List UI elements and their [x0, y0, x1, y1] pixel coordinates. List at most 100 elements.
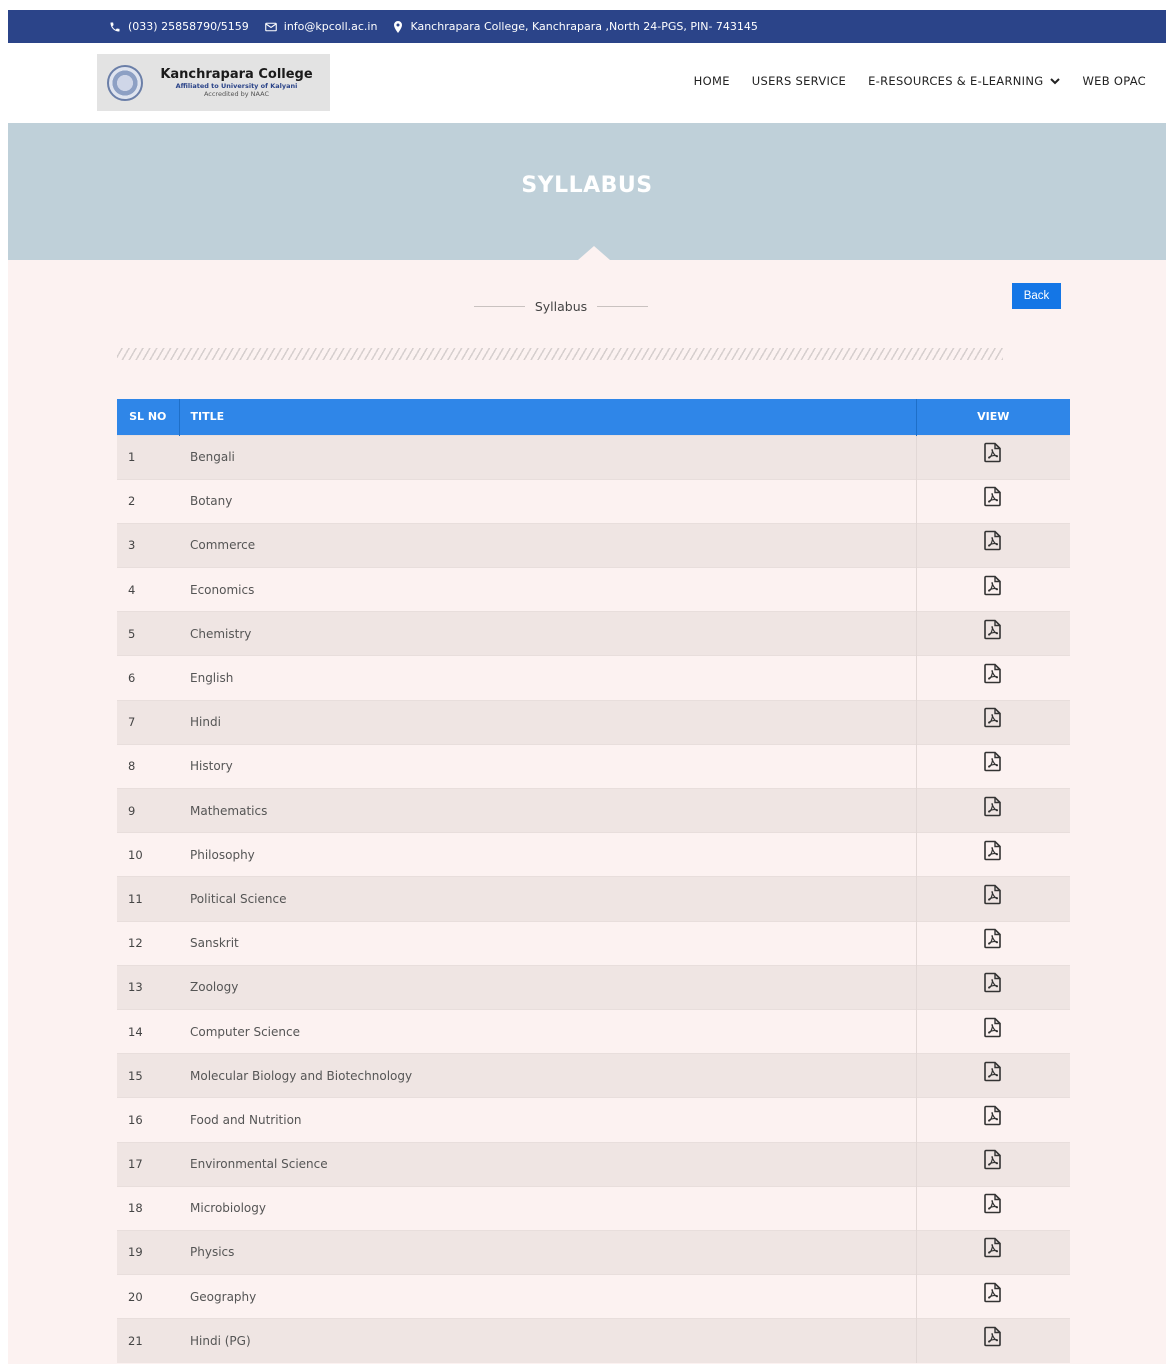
- row-title: Economics: [179, 567, 917, 612]
- row-view-cell: [916, 699, 1070, 745]
- row-sl-no: 7: [117, 699, 179, 745]
- row-sl-no: 10: [117, 832, 179, 877]
- pdf-file-icon[interactable]: [984, 1061, 1002, 1085]
- section-heading-text: Syllabus: [534, 299, 588, 314]
- nav-home[interactable]: HOME: [694, 74, 730, 88]
- row-title: Philosophy: [179, 832, 917, 877]
- row-view-cell: [916, 478, 1070, 524]
- table-row: 13 Zoology: [117, 964, 1070, 1010]
- row-sl-no: 17: [117, 1141, 179, 1187]
- row-title: Computer Science: [179, 1008, 917, 1054]
- phone-text: (033) 25858790/5159: [128, 20, 249, 33]
- row-sl-no: 8: [117, 743, 179, 789]
- college-logo[interactable]: Kanchrapara College Affiliated to Univer…: [97, 54, 330, 111]
- heading-divider-right: [597, 306, 648, 307]
- row-view-cell: [916, 1274, 1070, 1319]
- row-view-cell: [916, 611, 1070, 656]
- logo-text: Kanchrapara College Affiliated to Univer…: [159, 67, 314, 98]
- pdf-file-icon[interactable]: [984, 928, 1002, 952]
- contact-email[interactable]: info@kpcoll.ac.in: [264, 20, 377, 33]
- pdf-file-icon[interactable]: [984, 1237, 1002, 1261]
- row-sl-no: 20: [117, 1274, 179, 1319]
- row-view-cell: [916, 1053, 1070, 1098]
- row-sl-no: 18: [117, 1185, 179, 1231]
- section-heading: Syllabus: [474, 299, 648, 314]
- pdf-file-icon[interactable]: [984, 1105, 1002, 1129]
- row-view-cell: [916, 832, 1070, 877]
- row-sl-no: 16: [117, 1097, 179, 1142]
- main-nav: HOME USERS SERVICE E-RESOURCES & E-LEARN…: [672, 74, 1146, 88]
- table-row: 1 Bengali: [117, 434, 1070, 480]
- table-row: 6 English: [117, 655, 1070, 701]
- row-view-cell: [916, 567, 1070, 612]
- row-sl-no: 4: [117, 567, 179, 612]
- row-title: Bengali: [179, 434, 917, 480]
- row-title: Food and Nutrition: [179, 1097, 917, 1142]
- table-body: 1 Bengali 2 Botany 3 Commerce 4 Economic…: [117, 434, 1070, 1363]
- pdf-file-icon[interactable]: [984, 530, 1002, 554]
- row-title: Zoology: [179, 964, 917, 1010]
- pdf-file-icon[interactable]: [984, 442, 1002, 466]
- table-row: 11 Political Science: [117, 876, 1070, 922]
- table-row: 4 Economics: [117, 567, 1070, 612]
- table-row: 21 Hindi (PG): [117, 1318, 1070, 1363]
- table-row: 8 History: [117, 743, 1070, 789]
- contact-phone[interactable]: (033) 25858790/5159: [109, 20, 249, 33]
- pdf-file-icon[interactable]: [984, 575, 1002, 599]
- row-title: Physics: [179, 1229, 917, 1275]
- pdf-file-icon[interactable]: [984, 796, 1002, 820]
- back-button[interactable]: Back: [1012, 283, 1061, 309]
- row-view-cell: [916, 920, 1070, 966]
- column-header-title: TITLE: [179, 399, 917, 435]
- nav-web-opac[interactable]: WEB OPAC: [1082, 74, 1146, 88]
- row-sl-no: 3: [117, 522, 179, 568]
- pdf-file-icon[interactable]: [984, 972, 1002, 996]
- nav-e-resources[interactable]: E-RESOURCES & E-LEARNING: [868, 74, 1061, 88]
- row-title: Hindi (PG): [179, 1318, 917, 1363]
- address-text: Kanchrapara College, Kanchrapara ,North …: [410, 20, 758, 33]
- page-title: SYLLABUS: [521, 173, 653, 198]
- table-row: 9 Mathematics: [117, 787, 1070, 833]
- row-title: Mathematics: [179, 787, 917, 833]
- pdf-file-icon[interactable]: [984, 1149, 1002, 1173]
- pdf-file-icon[interactable]: [984, 840, 1002, 864]
- table-header-row: SL NO TITLE VIEW: [117, 399, 1070, 435]
- nav-users-service[interactable]: USERS SERVICE: [752, 74, 846, 88]
- row-view-cell: [916, 655, 1070, 701]
- table-row: 3 Commerce: [117, 522, 1070, 568]
- row-title: Hindi: [179, 699, 917, 745]
- row-title: English: [179, 655, 917, 701]
- pdf-file-icon[interactable]: [984, 751, 1002, 775]
- banner-notch: [578, 246, 610, 260]
- pdf-file-icon[interactable]: [984, 1326, 1002, 1350]
- table-row: 2 Botany: [117, 478, 1070, 524]
- table-row: 10 Philosophy: [117, 832, 1070, 877]
- pdf-file-icon[interactable]: [984, 1282, 1002, 1306]
- page-frame: (033) 25858790/5159 info@kpcoll.ac.in Ka…: [8, 10, 1166, 1364]
- row-sl-no: 15: [117, 1053, 179, 1098]
- pdf-file-icon[interactable]: [984, 1017, 1002, 1041]
- site-header: Kanchrapara College Affiliated to Univer…: [8, 43, 1166, 123]
- contact-bar: (033) 25858790/5159 info@kpcoll.ac.in Ka…: [8, 10, 1166, 43]
- row-view-cell: [916, 1097, 1070, 1142]
- pdf-file-icon[interactable]: [984, 486, 1002, 510]
- logo-title: Kanchrapara College: [160, 67, 313, 82]
- row-title: Geography: [179, 1274, 917, 1319]
- row-sl-no: 13: [117, 964, 179, 1010]
- row-view-cell: [916, 1141, 1070, 1187]
- row-sl-no: 6: [117, 655, 179, 701]
- pdf-file-icon[interactable]: [984, 884, 1002, 908]
- table-row: 17 Environmental Science: [117, 1141, 1070, 1187]
- row-sl-no: 1: [117, 434, 179, 480]
- pdf-file-icon[interactable]: [984, 663, 1002, 687]
- table-row: 19 Physics: [117, 1229, 1070, 1275]
- pdf-file-icon[interactable]: [984, 619, 1002, 643]
- row-title: Microbiology: [179, 1185, 917, 1231]
- row-view-cell: [916, 743, 1070, 789]
- pdf-file-icon[interactable]: [984, 1193, 1002, 1217]
- row-sl-no: 9: [117, 787, 179, 833]
- nav-e-resources-label: E-RESOURCES & E-LEARNING: [868, 74, 1044, 88]
- row-sl-no: 12: [117, 920, 179, 966]
- table-row: 18 Microbiology: [117, 1185, 1070, 1231]
- pdf-file-icon[interactable]: [984, 707, 1002, 731]
